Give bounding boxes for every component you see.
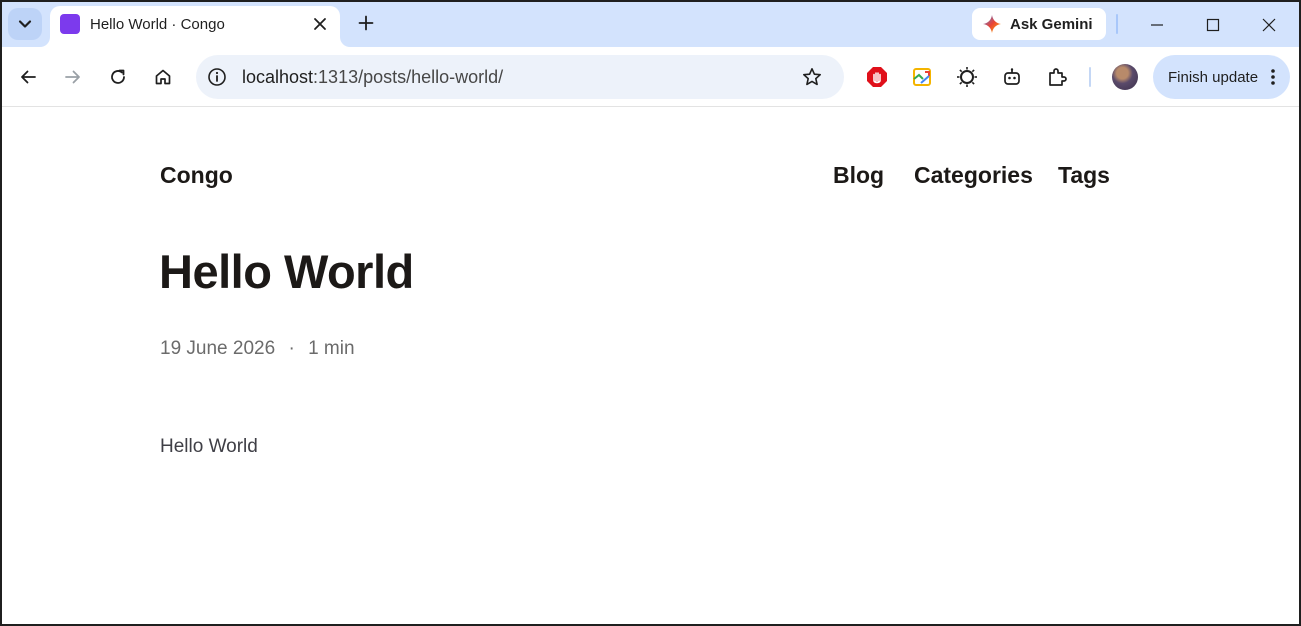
ask-gemini-label: Ask Gemini	[1010, 15, 1093, 33]
post-title: Hello World	[159, 245, 414, 298]
nav-link-tags[interactable]: Tags	[1058, 162, 1110, 189]
post-meta: 19 June 2026 · 1 min	[160, 338, 355, 360]
reload-button[interactable]	[102, 61, 134, 93]
tab-title: Hello World · Congo	[90, 16, 225, 33]
post-body: Hello World	[160, 436, 258, 457]
url-text[interactable]: localhost:1313/posts/hello-world/	[242, 67, 503, 88]
browser-toolbar: localhost:1313/posts/hello-world/ Finish…	[2, 47, 1299, 107]
nav-link-blog[interactable]: Blog	[833, 162, 884, 189]
page-content: Congo Blog Categories Tags Hello World 1…	[2, 108, 1299, 624]
adblock-extension-button[interactable]	[865, 65, 889, 89]
finish-update-label: Finish update	[1168, 68, 1259, 86]
extensions-button[interactable]	[1046, 65, 1070, 89]
tabstrip-divider	[1116, 14, 1118, 34]
image-extension-icon	[913, 68, 931, 86]
extensions-puzzle-icon	[1049, 68, 1067, 86]
active-tab[interactable]: Hello World · Congo	[50, 6, 340, 47]
bookmark-button[interactable]	[800, 65, 824, 89]
window-close-icon	[1262, 18, 1276, 31]
gemini-icon	[983, 15, 1001, 33]
image-extension-button[interactable]	[910, 65, 934, 89]
back-button[interactable]	[12, 61, 44, 93]
reading-time: 1 min	[308, 338, 355, 359]
adblock-extension-icon	[867, 67, 887, 87]
toolbar-divider	[1089, 67, 1091, 87]
back-icon	[21, 70, 36, 84]
meta-separator: ·	[288, 338, 295, 359]
bookmark-star-icon	[803, 68, 821, 86]
site-favicon-icon	[60, 14, 80, 34]
chevron-down-icon	[18, 20, 32, 28]
more-menu-icon	[1271, 69, 1275, 85]
url-path: :1313/posts/hello-world/	[313, 67, 504, 87]
sun-extension-icon	[957, 67, 977, 87]
minimize-icon	[1151, 23, 1163, 26]
url-host: localhost	[242, 67, 314, 87]
site-title-link[interactable]: Congo	[160, 162, 233, 189]
nav-link-categories[interactable]: Categories	[914, 162, 1033, 189]
tab-strip: Hello World · Congo Ask Gemini	[2, 2, 1299, 47]
home-button[interactable]	[147, 61, 179, 93]
tab-close-button[interactable]	[308, 12, 332, 36]
home-icon	[155, 69, 171, 85]
site-info-icon[interactable]	[206, 66, 228, 88]
sun-extension-button[interactable]	[955, 65, 979, 89]
tab-search-button[interactable]	[8, 8, 42, 40]
window-close-button[interactable]	[1241, 2, 1297, 47]
maximize-icon	[1206, 18, 1220, 31]
ask-gemini-button[interactable]: Ask Gemini	[972, 8, 1106, 40]
forward-icon	[65, 70, 80, 84]
minimize-button[interactable]	[1129, 2, 1185, 47]
profile-avatar[interactable]	[1112, 64, 1138, 90]
finish-update-button[interactable]: Finish update	[1153, 55, 1290, 99]
forward-button[interactable]	[57, 61, 89, 93]
robot-extension-button[interactable]	[1000, 65, 1024, 89]
new-tab-button[interactable]	[352, 9, 380, 37]
robot-extension-icon	[1004, 68, 1020, 85]
post-date: 19 June 2026	[160, 338, 276, 359]
close-icon	[314, 18, 326, 30]
plus-icon	[358, 15, 374, 31]
maximize-button[interactable]	[1185, 2, 1241, 47]
browser-window: Hello World · Congo Ask Gemini localhost…	[0, 0, 1301, 626]
address-bar[interactable]: localhost:1313/posts/hello-world/	[196, 55, 844, 99]
reload-icon	[111, 69, 125, 84]
